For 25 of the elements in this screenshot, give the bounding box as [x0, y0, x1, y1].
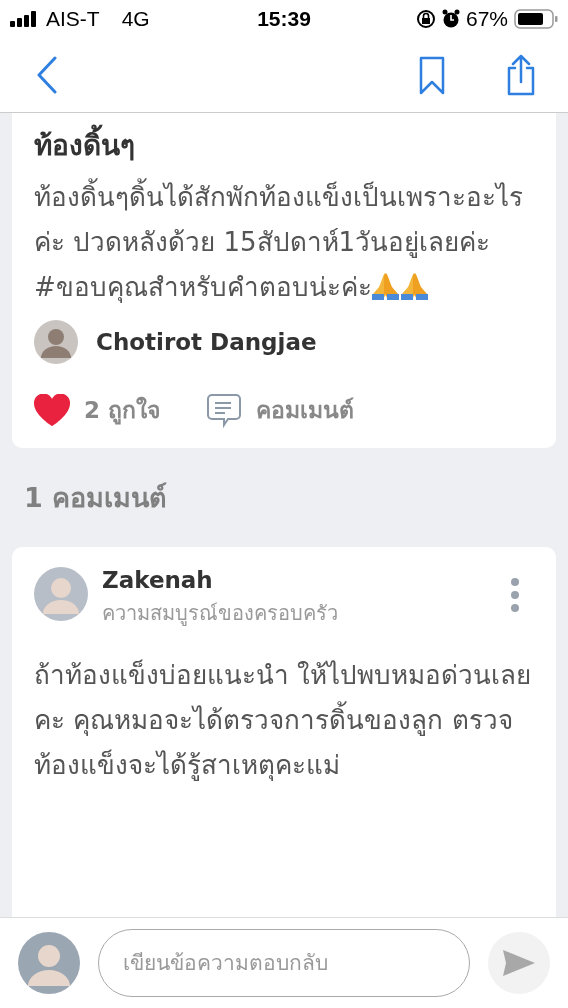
commenter-subtitle: ความสมบูรณ์ของครอบครัว	[102, 600, 339, 628]
comment-button[interactable]: คอมเมนต์	[206, 392, 354, 428]
avatar	[18, 932, 80, 994]
clock-time: 15:39	[257, 7, 311, 31]
alarm-icon	[441, 9, 460, 29]
post-title: ท้องดิ้นๆ	[34, 123, 536, 167]
back-icon[interactable]	[36, 56, 58, 94]
speech-bubble-icon	[206, 392, 242, 428]
battery-percent: 67%	[465, 7, 508, 31]
comments-heading: 1 คอมเมนต์	[23, 481, 169, 515]
reply-input[interactable]: เขียนข้อความตอบกลับ	[98, 929, 470, 997]
comment-body: ถ้าท้องแข็งบ่อยแนะนำ ให้ไปพบหมอด่วนเลยคะ คุณหมอจะได้ตรวจการดิ้นของลูก ตรวจท้องแข็งจะได้รู้สาเหตุคะแม่	[34, 658, 533, 783]
post-body: ท้องดิ้นๆดิ้นได้สักพักท้องแข็งเป็นเพราะอะไรค่ะ ปวดหลังด้วย 15สัปดาห์1วันอยู่เลยค่ะ #ขอบคุณสำหรับคำตอบน่ะค่ะ	[34, 175, 536, 310]
author-name[interactable]: Chotirot Dangjae	[96, 329, 317, 355]
rotation-lock-icon	[415, 9, 436, 29]
bookmark-icon[interactable]	[418, 55, 446, 95]
carrier-name: AIS-T	[46, 7, 100, 31]
like-button[interactable]: 2 ถูกใจ	[34, 392, 160, 428]
more-options-icon[interactable]	[510, 577, 520, 613]
avatar[interactable]	[34, 320, 78, 364]
commenter-name[interactable]: Zakenah	[102, 567, 496, 593]
send-icon	[502, 949, 536, 977]
battery-icon	[514, 9, 558, 29]
network-type: 4G	[121, 7, 150, 31]
praying-hands-icon	[371, 272, 428, 300]
